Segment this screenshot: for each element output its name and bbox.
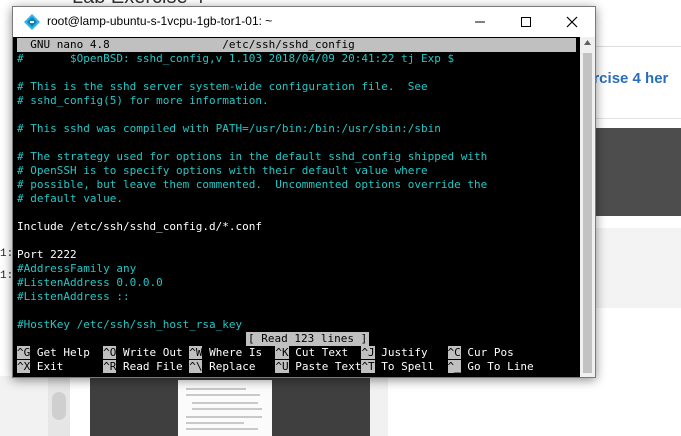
file-line[interactable]: #ListenAddress 0.0.0.0 — [17, 276, 163, 290]
file-line[interactable]: # $OpenBSD: sshd_config,v 1.103 2018/04/… — [17, 52, 454, 66]
nano-title-bar: GNU nano 4.8 /etc/ssh/sshd_config — [17, 38, 576, 52]
scroll-up-arrow[interactable] — [580, 39, 595, 51]
background-link[interactable]: ercise 4 her — [585, 70, 668, 87]
putty-app-icon[interactable] — [23, 13, 41, 31]
file-line[interactable]: # sshd_config(5) for more information. — [17, 94, 269, 108]
shortcut-row: ^X Exit ^R Read File ^\ Replace ^U Paste… — [17, 360, 534, 374]
background-divider — [595, 118, 681, 119]
shortcut-key: ^W — [189, 346, 203, 359]
shortcut-key: ^C — [447, 346, 461, 359]
shortcut-label: Where Is — [202, 346, 276, 359]
background-panel — [595, 228, 681, 308]
background-scrollbar-thumb[interactable] — [52, 392, 66, 420]
background-panel — [595, 128, 681, 216]
shortcut-key: ^O — [103, 346, 117, 359]
close-icon — [566, 16, 578, 28]
file-line[interactable]: # The strategy used for options in the d… — [17, 150, 487, 164]
shortcut-label: Justify — [374, 346, 448, 359]
shortcut-label: Get Help — [30, 346, 104, 359]
file-line[interactable]: # This sshd was compiled with PATH=/usr/… — [17, 122, 441, 136]
nano-status-message: [ Read 123 lines ] — [246, 332, 370, 346]
file-line[interactable]: # default value. — [17, 192, 123, 206]
shortcut-label: Read File — [116, 360, 190, 373]
shortcut-key: ^U — [275, 360, 289, 373]
background-panel — [0, 376, 48, 436]
file-line[interactable]: # possible, but leave them commented. Un… — [17, 178, 487, 192]
background-gutter — [70, 376, 90, 436]
background-panel — [388, 376, 681, 436]
shortcut-key: ^T — [361, 360, 375, 373]
window-titlebar[interactable]: root@lamp-ubuntu-s-1vcpu-1gb-tor1-01: ~ — [13, 7, 595, 37]
maximize-icon — [521, 17, 531, 27]
shortcut-label: Paste Text — [288, 360, 362, 373]
file-line[interactable]: #ListenAddress :: — [17, 290, 130, 304]
shortcut-row: ^G Get Help ^O Write Out ^W Where Is ^K … — [17, 346, 514, 360]
shortcut-label: Go To Line — [460, 360, 534, 373]
window-title: root@lamp-ubuntu-s-1vcpu-1gb-tor1-01: ~ — [47, 14, 273, 28]
shortcut-key: ^_ — [447, 360, 461, 373]
shortcut-key: ^J — [361, 346, 375, 359]
minimize-button[interactable] — [457, 7, 503, 37]
file-line[interactable]: Include /etc/ssh/sshd_config.d/*.conf — [17, 220, 262, 234]
file-line[interactable]: #HostKey /etc/ssh/ssh_host_rsa_key — [17, 318, 242, 332]
background-panel — [370, 376, 388, 436]
shortcut-label: Cut Text — [288, 346, 362, 359]
background-divider — [595, 46, 681, 47]
terminal-scrollbar-thumb[interactable] — [583, 53, 592, 373]
terminal-scrollbar[interactable] — [580, 37, 595, 377]
shortcut-label: To Spell — [374, 360, 448, 373]
shortcut-key: ^G — [17, 346, 31, 359]
shortcut-label: Replace — [202, 360, 276, 373]
background-document-thumbnail[interactable] — [178, 380, 272, 436]
close-button[interactable] — [549, 7, 595, 37]
file-line[interactable]: #AddressFamily any — [17, 262, 136, 276]
shortcut-key: ^X — [17, 360, 31, 373]
shortcut-key: ^K — [275, 346, 289, 359]
terminal-screen[interactable]: GNU nano 4.8 /etc/ssh/sshd_config # $Ope… — [13, 37, 580, 377]
shortcut-label: Write Out — [116, 346, 190, 359]
shortcut-key: ^R — [103, 360, 117, 373]
shortcut-label: Cur Pos — [460, 346, 514, 359]
chevron-up-icon — [584, 40, 591, 45]
file-line[interactable]: # OpenSSH is to specify options with the… — [17, 164, 428, 178]
file-line[interactable]: # This is the sshd server system-wide co… — [17, 80, 428, 94]
shortcut-label: Exit — [30, 360, 104, 373]
terminal-window: root@lamp-ubuntu-s-1vcpu-1gb-tor1-01: ~ … — [12, 6, 596, 378]
shortcut-key: ^\ — [189, 360, 203, 373]
maximize-button[interactable] — [503, 7, 549, 37]
minimize-icon — [475, 21, 485, 23]
file-line[interactable]: Port 2222 — [17, 248, 77, 262]
